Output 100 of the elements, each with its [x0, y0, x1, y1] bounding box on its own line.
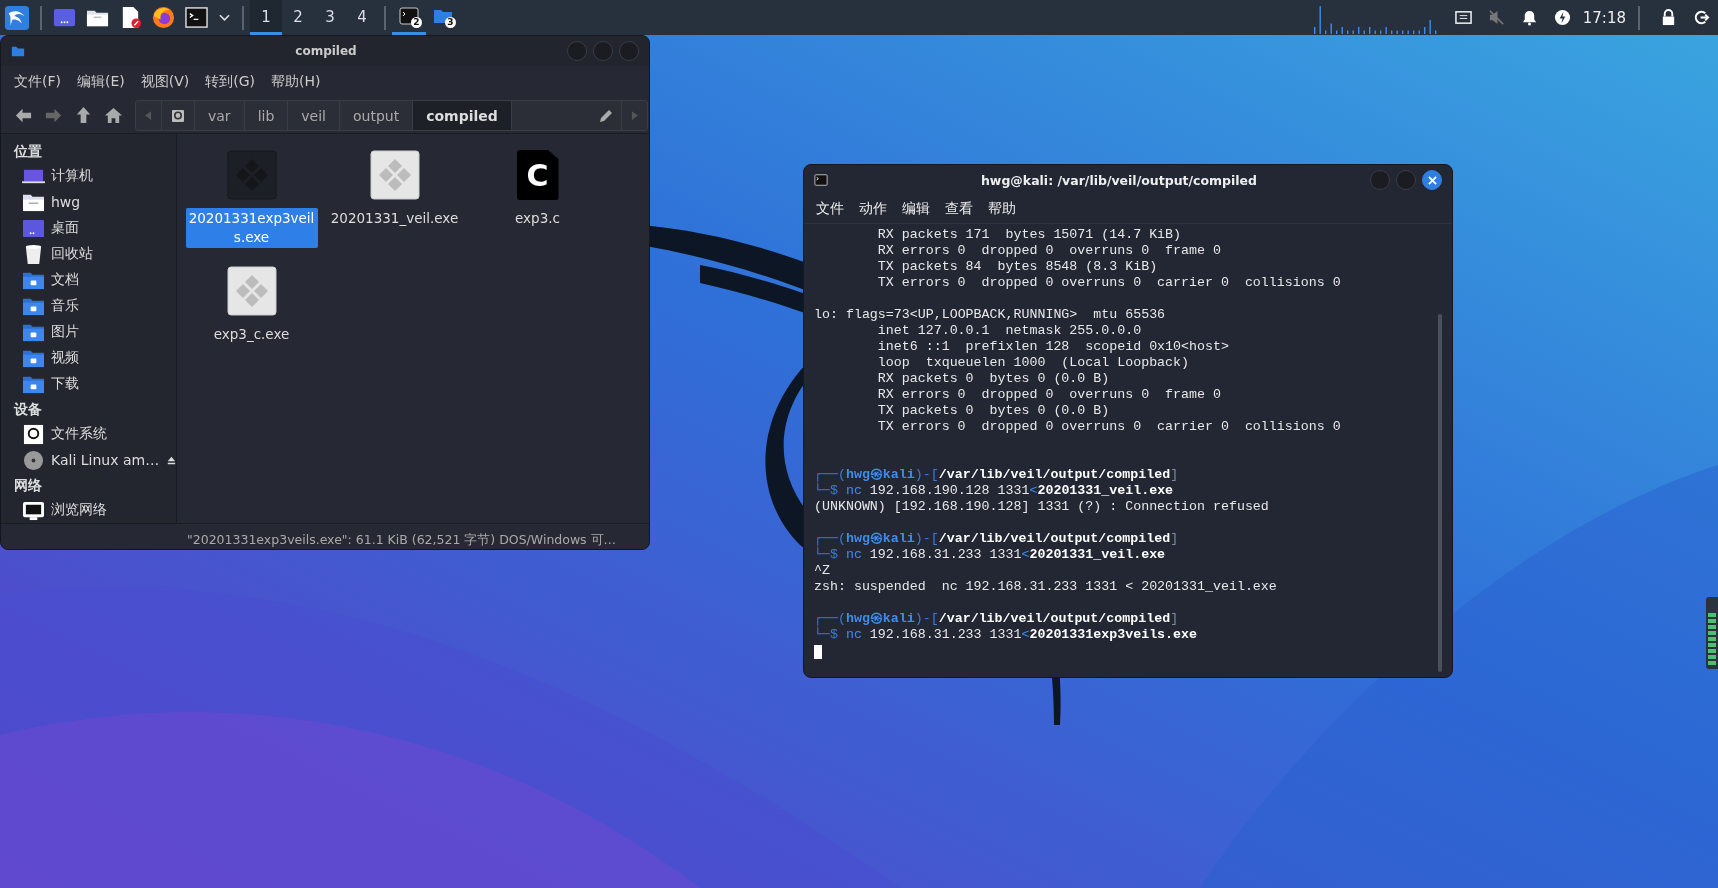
- count-badge: 3: [445, 17, 456, 28]
- count-badge: 2: [411, 17, 422, 28]
- close-icon: [1427, 175, 1437, 185]
- sidebar-item[interactable]: 视频: [1, 345, 176, 371]
- status-bar: "20201331exp3veils.exe": 61.1 KiB (62,521 字节) DOS/Windows 可…: [1, 523, 649, 549]
- terminal-icon: [814, 173, 828, 187]
- caret-left-icon: [145, 111, 152, 120]
- executable-icon: [226, 150, 277, 200]
- executable-icon: [369, 150, 420, 200]
- sidebar-heading: 设备: [12, 400, 43, 419]
- sidebar-item[interactable]: 回收站: [1, 241, 176, 267]
- file-item[interactable]: 20201331_veil.exe: [323, 150, 466, 266]
- close-button[interactable]: [1422, 170, 1442, 190]
- file-item[interactable]: exp3_c.exe: [180, 266, 323, 382]
- disc-icon: [22, 449, 45, 471]
- workspace-button[interactable]: 3: [314, 0, 346, 35]
- terminal-line: inet 127.0.0.1 netmask 255.0.0.0: [876, 323, 1142, 338]
- terminal-line: RX errors 0 dropped 0 overruns 0 frame 0: [876, 387, 1221, 402]
- drive-icon: [22, 423, 45, 445]
- scrollbar[interactable]: [1438, 314, 1442, 672]
- path-segment[interactable]: lib: [244, 101, 289, 130]
- sidebar-heading: 网络: [13, 476, 43, 495]
- source-file-icon: C: [516, 150, 559, 200]
- pencil-icon[interactable]: [599, 108, 613, 123]
- terminal-line: RX errors 0 dropped 0 overruns 0 frame 0: [876, 243, 1221, 258]
- bell-icon[interactable]: [1520, 9, 1538, 26]
- muted-speaker-icon[interactable]: [1487, 9, 1505, 26]
- workspace-button[interactable]: 4: [346, 0, 378, 35]
- file-item[interactable]: 20201331exp3veils.exe: [180, 150, 323, 266]
- forward-icon[interactable]: [44, 106, 63, 125]
- sidebar-item[interactable]: 文档: [1, 267, 176, 293]
- desktop-icon: [22, 217, 45, 239]
- window-title: hwg@kali: /var/lib/veil/output/compiled: [979, 172, 1259, 188]
- path-segment[interactable]: compiled: [413, 101, 512, 130]
- lock-icon[interactable]: [1660, 9, 1677, 26]
- terminal-line: lo: flags=73<UP,LOOPBACK,RUNNING> mtu 65536: [814, 307, 1166, 322]
- terminal-line: RX packets 171 bytes 15071 (14.7 KiB): [876, 227, 1182, 242]
- terminal-line: zsh: suspended nc 192.168.31.233 1331 < 20201331_veil.exe: [814, 579, 1277, 594]
- terminal-line: TX packets 84 bytes 8548 (8.3 KiB): [876, 259, 1158, 274]
- terminal-line: (UNKNOWN) [192.168.190.128] 1331 (?) : Connection refused: [814, 499, 1269, 514]
- sidebar-item[interactable]: 桌面: [1, 215, 176, 241]
- monitor-icon: [22, 499, 45, 521]
- prompt-line: ┌──(hwg㉿kali)-[/var/lib/veil/output/compiled]: [814, 531, 1179, 546]
- clock[interactable]: 17:18: [1582, 8, 1626, 27]
- up-icon[interactable]: [74, 106, 93, 125]
- task-button[interactable]: 3: [426, 0, 460, 35]
- menu-item[interactable]: 动作: [859, 200, 887, 218]
- menu-item[interactable]: 转到(G): [205, 73, 256, 91]
- terminal-line: TX errors 0 dropped 0 overruns 0 carrier 0 collisions 0: [876, 419, 1341, 434]
- terminal-line: TX packets 0 bytes 0 (0.0 B): [876, 403, 1110, 418]
- sidebar-heading: 位置: [13, 142, 43, 161]
- sidebar-item[interactable]: 音乐: [1, 293, 176, 319]
- sidebar-item[interactable]: 下载: [1, 371, 176, 397]
- drive-icon: [171, 108, 185, 123]
- workspace-button[interactable]: 2: [282, 0, 314, 35]
- sidebar-item[interactable]: 文件系统: [1, 421, 176, 447]
- prompt-line: └─$ nc 192.168.190.128 1331<20201331_veil.exe: [814, 483, 1174, 498]
- eject-icon[interactable]: [167, 454, 176, 466]
- terminal-line: RX packets 0 bytes 0 (0.0 B): [876, 371, 1110, 386]
- menu-item[interactable]: 视图(V): [140, 73, 190, 91]
- lightning-icon[interactable]: [1553, 9, 1571, 26]
- dragon-icon[interactable]: [4, 4, 30, 31]
- prompt-line: └─$ nc 192.168.31.233 1331<20201331_veil.exe: [814, 547, 1166, 562]
- logout-icon[interactable]: [1693, 9, 1710, 26]
- back-icon[interactable]: [14, 106, 33, 125]
- menu-item[interactable]: 文件: [816, 200, 844, 218]
- sidebar-item[interactable]: 图片: [1, 319, 176, 345]
- browser-icon[interactable]: [152, 6, 175, 29]
- terminal-line: inet6 ::1 prefixlen 128 scopeid 0x10<host>: [876, 339, 1229, 354]
- path-segment[interactable]: veil: [288, 101, 340, 130]
- sidebar-item[interactable]: 计算机: [1, 163, 176, 189]
- chevron-down-icon[interactable]: [219, 13, 230, 22]
- terminal-icon: [399, 6, 419, 26]
- caret-right-icon: [631, 111, 638, 120]
- sidebar-item[interactable]: 浏览网络: [1, 497, 176, 523]
- terminal-line: ^Z: [814, 563, 830, 578]
- terminal-line: TX errors 0 dropped 0 overruns 0 carrier 0 collisions 0: [876, 275, 1341, 290]
- executable-icon: [226, 266, 277, 316]
- level-meter-drawing: [1706, 597, 1718, 669]
- file-item[interactable]: C exp3.c: [466, 150, 609, 266]
- desktop-icon[interactable]: [53, 6, 76, 29]
- menu-item[interactable]: 帮助: [988, 200, 1016, 218]
- workspace-button[interactable]: 1: [250, 0, 282, 35]
- terminal-icon[interactable]: [185, 6, 208, 29]
- sidebar-item[interactable]: hwg: [1, 189, 176, 215]
- menu-item[interactable]: 帮助(H): [271, 73, 321, 91]
- ethernet-icon[interactable]: [1454, 9, 1472, 26]
- prompt-line: ┌──(hwg㉿kali)-[/var/lib/veil/output/compiled]: [814, 611, 1179, 626]
- path-segment[interactable]: var: [195, 101, 245, 130]
- menu-item[interactable]: 文件(F): [14, 73, 61, 91]
- terminal-line: loop txqueuelen 1000 (Local Loopback): [876, 355, 1190, 370]
- text-cursor: [814, 645, 822, 659]
- sidebar-item[interactable]: Kali Linux am…: [1, 447, 176, 473]
- menu-item[interactable]: 编辑: [902, 200, 930, 218]
- menu-item[interactable]: 编辑(E): [77, 73, 125, 91]
- menu-item[interactable]: 查看: [945, 200, 973, 218]
- window-title: compiled: [294, 44, 358, 58]
- prompt-line: ┌──(hwg㉿kali)-[/var/lib/veil/output/compiled]: [814, 467, 1179, 482]
- folder-icon: [11, 44, 25, 58]
- home-icon[interactable]: [104, 106, 123, 125]
